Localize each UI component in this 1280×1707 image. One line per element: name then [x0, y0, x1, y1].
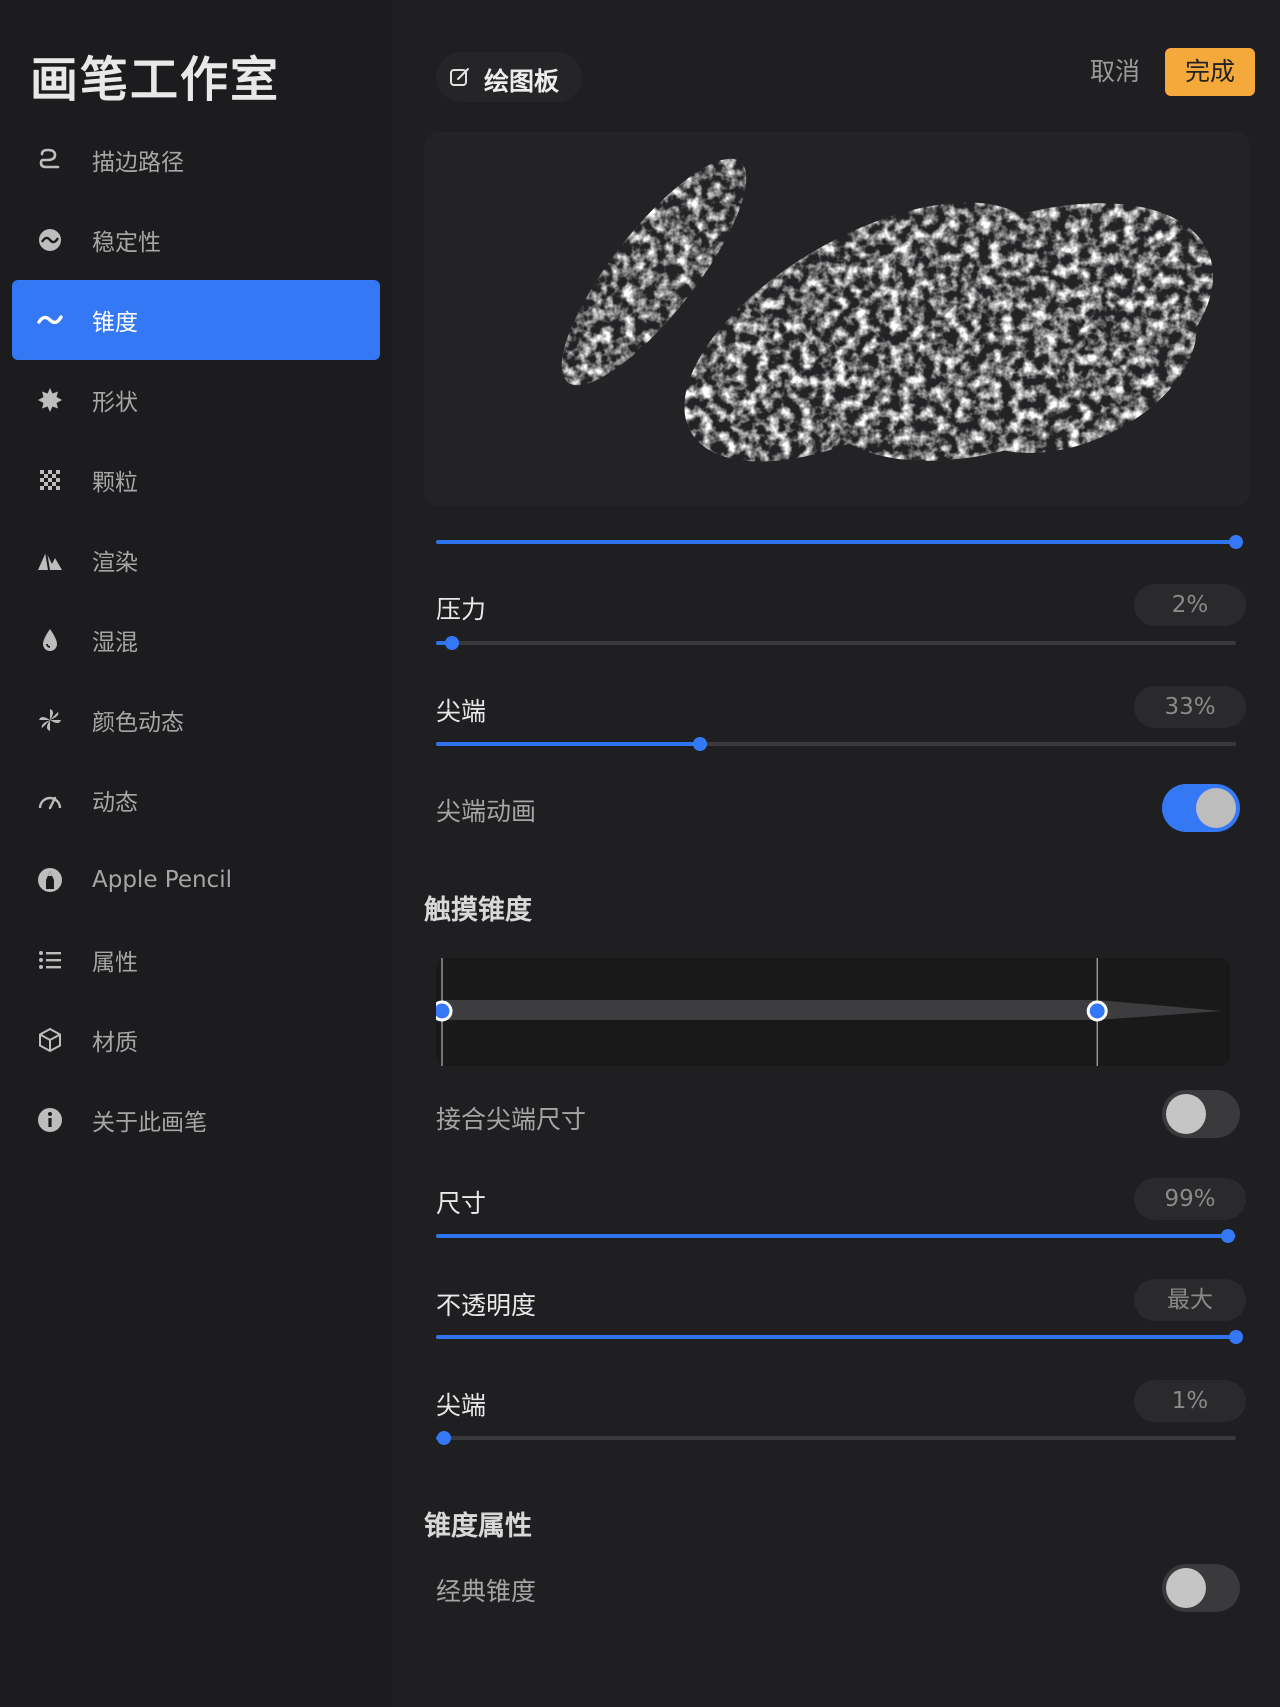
- stroke-preview[interactable]: [424, 132, 1250, 506]
- touch-tip-slider[interactable]: [436, 1428, 1236, 1448]
- touch-taper-title: 触摸锥度: [424, 895, 532, 926]
- info-icon: [36, 1106, 64, 1134]
- sidebar-item-label: 颗粒: [92, 470, 138, 496]
- cancel-button[interactable]: 取消: [1070, 52, 1160, 92]
- touch-tip-label: 尖端: [436, 1391, 487, 1420]
- sidebar-item-dynamics[interactable]: 动态: [12, 760, 380, 840]
- drawing-pad-label: 绘图板: [484, 67, 560, 96]
- slider-fill: [436, 1234, 1228, 1238]
- pressure-label: 压力: [436, 595, 487, 624]
- slider-fill: [436, 1335, 1236, 1339]
- touch-taper-editor[interactable]: [436, 958, 1230, 1066]
- touch-tip-value[interactable]: 1%: [1134, 1380, 1246, 1422]
- classic-taper-label: 经典锥度: [436, 1577, 537, 1606]
- tip-animation-label: 尖端动画: [436, 797, 537, 826]
- app-title: 画笔工作室: [30, 52, 281, 108]
- size-label: 尺寸: [436, 1189, 487, 1218]
- drawing-pad-button[interactable]: 绘图板: [436, 52, 582, 102]
- sidebar-item-info[interactable]: 关于此画笔: [12, 1080, 380, 1160]
- slider-knob[interactable]: [693, 737, 707, 751]
- sidebar-item-label: Apple Pencil: [92, 867, 232, 893]
- taper-properties-title: 锥度属性: [424, 1511, 532, 1542]
- materials-icon: [36, 1026, 64, 1054]
- slider-knob[interactable]: [445, 636, 459, 650]
- sidebar-item-label: 形状: [92, 390, 138, 416]
- taper-end-handle[interactable]: [1086, 1000, 1108, 1022]
- sidebar-item-color-dynamics[interactable]: 颜色动态: [12, 680, 380, 760]
- sidebar-item-wet-mix[interactable]: 湿混: [12, 600, 380, 680]
- sidebar-item-label: 颜色动态: [92, 710, 184, 736]
- sidebar-item-label: 渲染: [92, 550, 138, 576]
- sidebar-item-stabilization[interactable]: 稳定性: [12, 200, 380, 280]
- classic-taper-toggle[interactable]: [1162, 1564, 1240, 1612]
- pressure-value[interactable]: 2%: [1134, 584, 1246, 626]
- slider-knob[interactable]: [437, 1431, 451, 1445]
- slider-knob[interactable]: [1221, 1229, 1235, 1243]
- slider-track: [436, 1436, 1236, 1440]
- sidebar: 画笔工作室 描边路径稳定性锥度形状颗粒渲染湿混颜色动态动态 Apple Penci…: [0, 0, 392, 1707]
- color-dynamics-icon: [36, 706, 64, 734]
- slider-knob[interactable]: [1229, 1330, 1243, 1344]
- wet-mix-icon: [36, 626, 64, 654]
- toggle-thumb: [1196, 788, 1236, 828]
- taper-start-handle[interactable]: [436, 1000, 453, 1022]
- sidebar-item-rendering[interactable]: 渲染: [12, 520, 380, 600]
- taper-graph: [436, 958, 1222, 1066]
- sidebar-item-label: 湿混: [92, 630, 138, 656]
- sidebar-item-properties[interactable]: 属性: [12, 920, 380, 1000]
- pressure-slider[interactable]: [436, 633, 1236, 653]
- sidebar-item-label: 锥度: [92, 310, 138, 336]
- tip-label: 尖端: [436, 697, 487, 726]
- toggle-thumb: [1166, 1094, 1206, 1134]
- done-button[interactable]: 完成: [1165, 48, 1255, 96]
- edit-icon: [450, 68, 469, 86]
- sidebar-item-label: 材质: [92, 1030, 138, 1056]
- opacity-slider[interactable]: [436, 1327, 1243, 1347]
- sidebar-item-label: 稳定性: [92, 230, 161, 256]
- preview-size-slider[interactable]: [436, 532, 1243, 552]
- stroke-path-icon: [36, 146, 64, 174]
- sidebar-item-label: 属性: [92, 950, 138, 976]
- tip-value[interactable]: 33%: [1134, 686, 1246, 728]
- slider-track: [436, 641, 1236, 645]
- size-value[interactable]: 99%: [1134, 1178, 1246, 1220]
- tip-animation-toggle[interactable]: [1162, 784, 1240, 832]
- properties-icon: [36, 946, 64, 974]
- opacity-label: 不透明度: [436, 1291, 537, 1320]
- slider-knob[interactable]: [1229, 535, 1243, 549]
- sidebar-item-label: 动态: [92, 790, 138, 816]
- stabilization-icon: [36, 226, 64, 254]
- opacity-value[interactable]: 最大: [1134, 1279, 1246, 1321]
- toggle-thumb: [1166, 1568, 1206, 1608]
- dynamics-icon: [36, 786, 64, 814]
- sidebar-item-shape[interactable]: 形状: [12, 360, 380, 440]
- sidebar-nav: 描边路径稳定性锥度形状颗粒渲染湿混颜色动态动态 Apple Pencil 属性材质关…: [12, 120, 380, 1160]
- sidebar-item-materials[interactable]: 材质: [12, 1000, 380, 1080]
- sidebar-item-stroke-path[interactable]: 描边路径: [12, 120, 380, 200]
- sidebar-item-label: 描边路径: [92, 150, 184, 176]
- sidebar-item-apple-pencil[interactable]: Apple Pencil: [12, 840, 380, 920]
- taper-icon: [36, 306, 64, 334]
- slider-fill: [436, 742, 700, 746]
- shape-icon: [36, 386, 64, 414]
- sidebar-item-label: 关于此画笔: [92, 1110, 207, 1136]
- sidebar-item-taper[interactable]: 锥度: [12, 280, 380, 360]
- size-slider[interactable]: [436, 1226, 1236, 1246]
- stroke-preview-image: [561, 158, 1214, 462]
- rendering-icon: [36, 546, 64, 574]
- grain-icon: [36, 466, 64, 494]
- tip-slider[interactable]: [436, 734, 1236, 754]
- slider-fill: [436, 540, 1236, 544]
- apple-pencil-icon: [36, 866, 64, 894]
- sidebar-item-grain[interactable]: 颗粒: [12, 440, 380, 520]
- link-tip-size-toggle[interactable]: [1162, 1090, 1240, 1138]
- link-tip-size-label: 接合尖端尺寸: [436, 1105, 587, 1134]
